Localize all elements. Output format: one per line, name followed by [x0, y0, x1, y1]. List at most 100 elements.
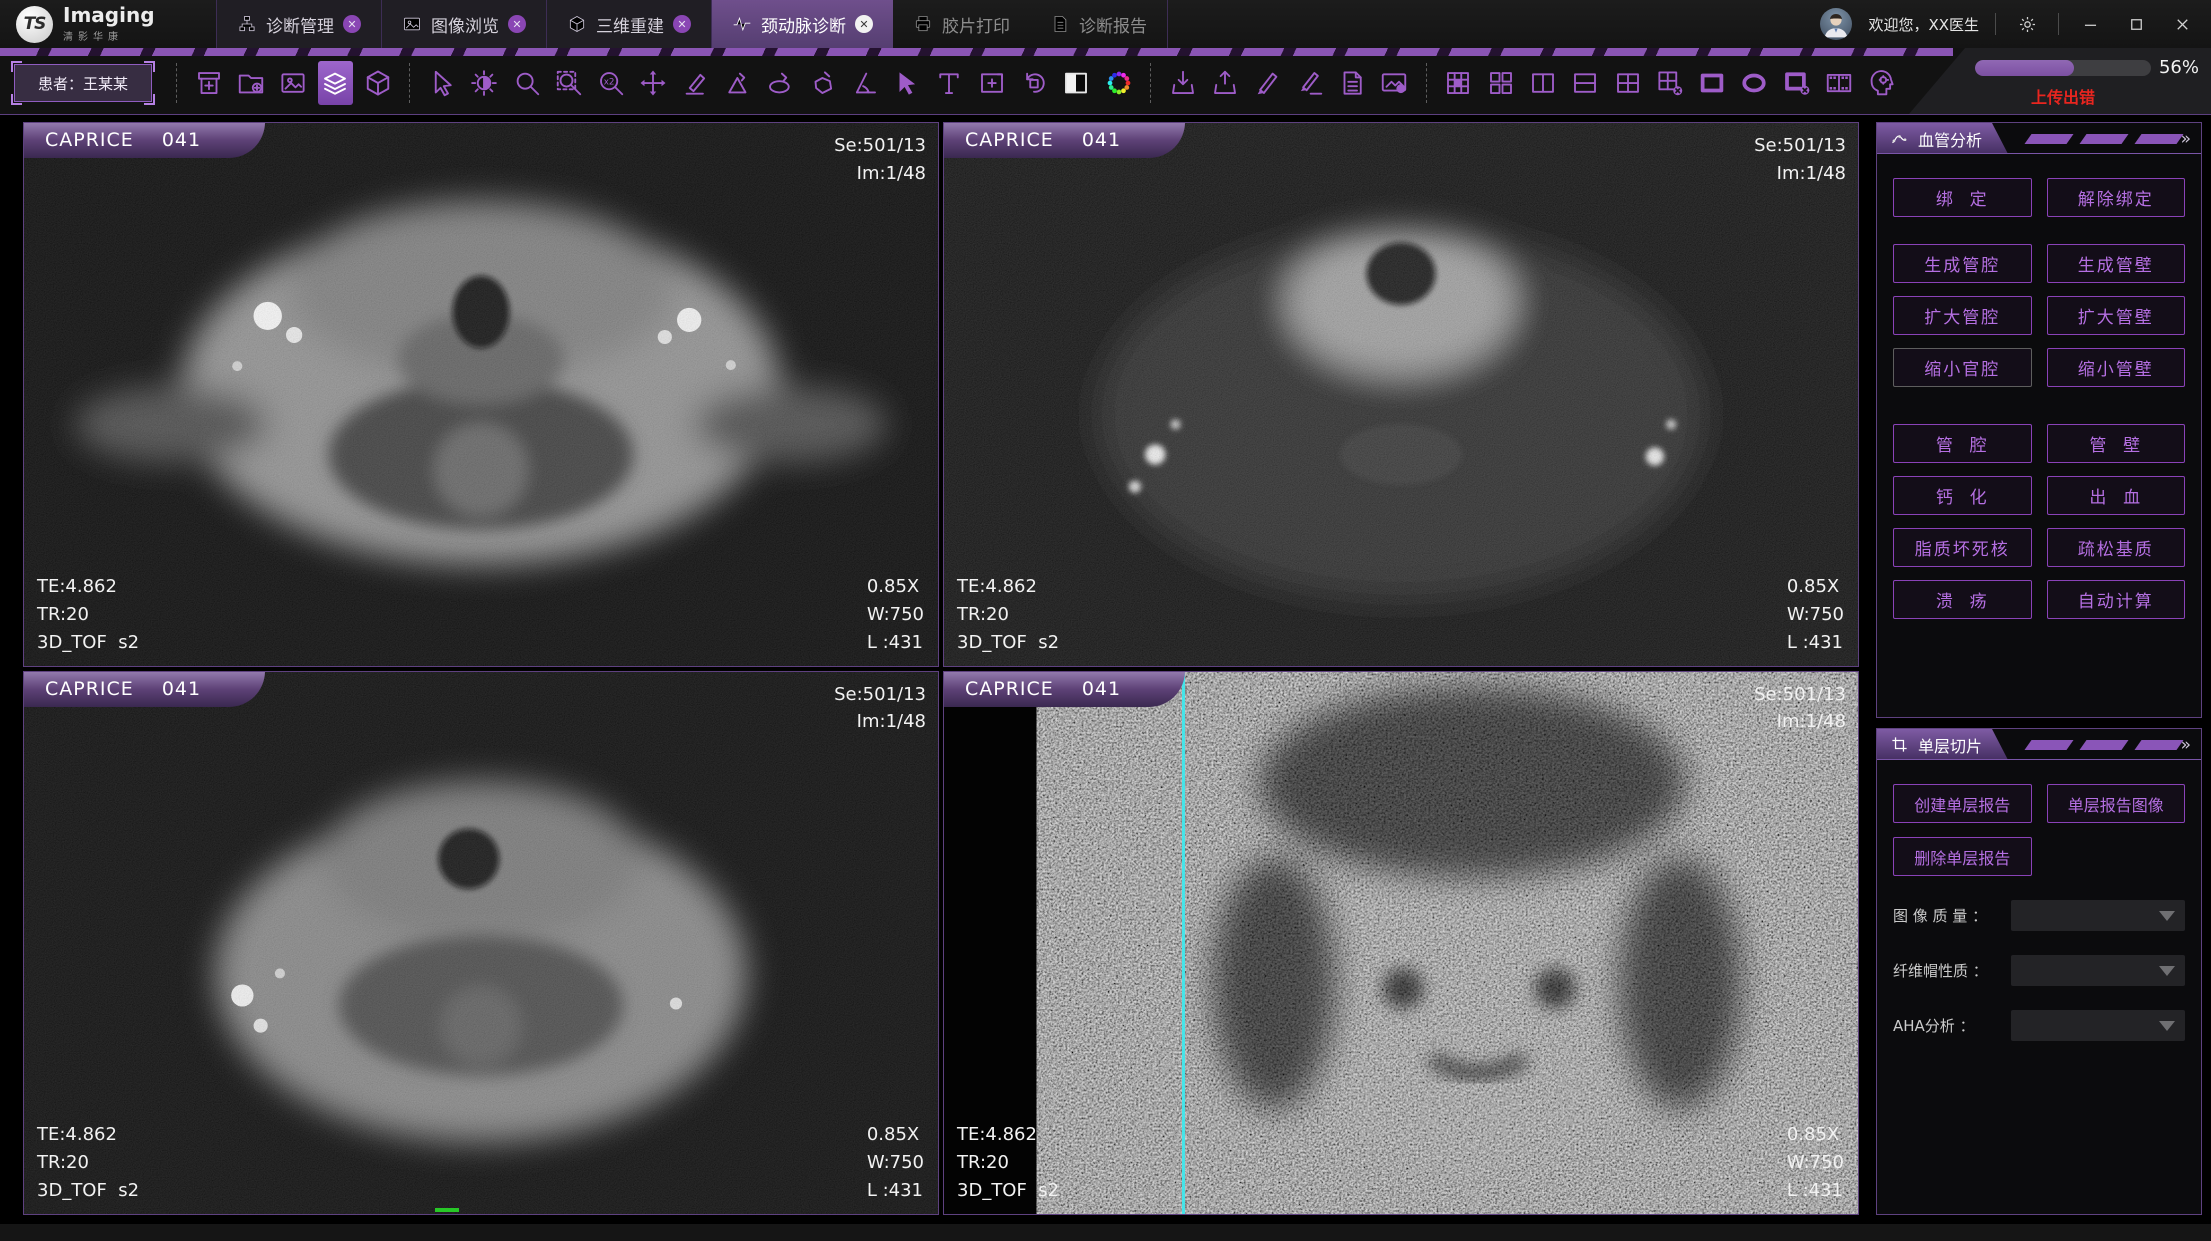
slice-panel-title: 单层切片: [1918, 733, 1982, 757]
pan-button[interactable]: [636, 61, 671, 105]
layout-close-button[interactable]: [1652, 61, 1687, 105]
vessel-button-2-0[interactable]: 扩大管腔: [1893, 296, 2032, 335]
ai-assist-button[interactable]: [1864, 61, 1899, 105]
zoom-region-button[interactable]: [551, 61, 586, 105]
vessel-button-0-1[interactable]: 解除绑定: [2047, 178, 2186, 217]
vessel-panel-collapse-chevron[interactable]: »: [2181, 129, 2201, 149]
slice-button-2[interactable]: 删除单层报告: [1893, 837, 2032, 876]
angle-button[interactable]: [847, 61, 882, 105]
vessel-button-2-1[interactable]: 扩大管壁: [2047, 296, 2186, 335]
filmstrip-button[interactable]: [1821, 61, 1856, 105]
tab-close-icon[interactable]: ✕: [673, 15, 691, 33]
tab-image-browse[interactable]: 图像浏览✕: [381, 0, 546, 48]
image-view-button[interactable]: [276, 61, 311, 105]
vessel-button-0-0[interactable]: 绑 定: [1893, 178, 2032, 217]
vessel-button-7-1[interactable]: 自动计算: [2047, 580, 2186, 619]
vessel-button-1-1[interactable]: 生成管壁: [2047, 244, 2186, 283]
arrow-annotation-button[interactable]: [889, 61, 924, 105]
window-level-button[interactable]: [467, 61, 502, 105]
vessel-button-7-0[interactable]: 溃 疡: [1893, 580, 2032, 619]
import-box-button[interactable]: [191, 61, 226, 105]
color-wheel-button[interactable]: [1101, 61, 1136, 105]
vessel-button-1-0[interactable]: 生成管腔: [1893, 244, 2032, 283]
select-dropdown-2[interactable]: [2011, 1010, 2185, 1041]
layout-hsplit-button[interactable]: [1568, 61, 1603, 105]
draw-line-button[interactable]: [678, 61, 713, 105]
minimize-button[interactable]: [2075, 9, 2105, 39]
patient-field[interactable]: 患者：王某某: [14, 64, 152, 102]
select-dropdown-0[interactable]: [2011, 900, 2185, 931]
toolbar-divider: [1426, 63, 1427, 103]
tab-diagnosis-management[interactable]: 诊断管理✕: [216, 0, 381, 48]
reference-line[interactable]: [1182, 672, 1185, 1215]
te-value: TE:4.862: [37, 573, 139, 601]
vessel-button-6-1[interactable]: 疏松基质: [2047, 528, 2186, 567]
tab-label: 诊断报告: [1079, 12, 1147, 37]
tab-close-icon[interactable]: ✕: [855, 15, 873, 33]
tab-3d-reconstruction[interactable]: 三维重建✕: [546, 0, 711, 48]
image-view-icon: [278, 68, 308, 98]
brush-button[interactable]: [1250, 61, 1285, 105]
layout-vsplit-button[interactable]: [1525, 61, 1560, 105]
upload-progress-panel: 56% 上传出错: [1909, 48, 2211, 114]
draw-ellipse-button[interactable]: [763, 61, 798, 105]
layout-grid-button[interactable]: [1441, 61, 1476, 105]
roi-add-button[interactable]: [974, 61, 1009, 105]
rotate-button[interactable]: [1016, 61, 1051, 105]
vessel-button-6-0[interactable]: 脂质坏死核: [1893, 528, 2032, 567]
viewport-top-left[interactable]: CAPRICE041Se:501/13Im:1/48TE:4.862TR:203…: [23, 122, 939, 667]
settings-button[interactable]: [2012, 9, 2042, 39]
vessel-button-row: 缩小官腔缩小管壁: [1893, 348, 2185, 387]
layout-quad-button[interactable]: [1610, 61, 1645, 105]
brush-line-button[interactable]: [1292, 61, 1327, 105]
shape-remove-button[interactable]: [1779, 61, 1814, 105]
tab-diagnosis-report[interactable]: 诊断报告: [1030, 0, 1168, 48]
vessel-button-4-0[interactable]: 管 腔: [1893, 424, 2032, 463]
user-avatar[interactable]: [1820, 8, 1852, 40]
corner-bracket: [11, 94, 22, 105]
progress-percent: 56%: [2159, 57, 2199, 78]
viewport-top-right[interactable]: CAPRICE041Se:501/13Im:1/48TE:4.862TR:203…: [943, 122, 1859, 667]
maximize-button[interactable]: [2121, 9, 2151, 39]
layers-button[interactable]: [318, 61, 353, 105]
select-dropdown-1[interactable]: [2011, 955, 2185, 986]
close-button[interactable]: [2167, 9, 2197, 39]
vessel-button-3-1[interactable]: 缩小管壁: [2047, 348, 2186, 387]
download-button[interactable]: [1165, 61, 1200, 105]
vessel-button-3-0[interactable]: 缩小官腔: [1893, 348, 2032, 387]
invert-button[interactable]: [1059, 61, 1094, 105]
vessel-button-4-1[interactable]: 管 壁: [2047, 424, 2186, 463]
key-image-button[interactable]: [1377, 61, 1412, 105]
open-folder-button[interactable]: [233, 61, 268, 105]
window-level-icon: [469, 68, 499, 98]
vessel-button-row: 脂质坏死核疏松基质: [1893, 528, 2185, 567]
zoom-2x-button[interactable]: x2: [594, 61, 629, 105]
draw-polygon-button[interactable]: [805, 61, 840, 105]
viewport-bottom-right[interactable]: CAPRICE041Se:501/13Im:1/48TE:4.862TR:203…: [943, 671, 1859, 1216]
tab-close-icon[interactable]: ✕: [508, 15, 526, 33]
pointer-button[interactable]: [424, 61, 459, 105]
layout-2x2-button[interactable]: [1483, 61, 1518, 105]
zoom-button[interactable]: [509, 61, 544, 105]
slice-panel-collapse-chevron[interactable]: »: [2181, 735, 2201, 755]
vessel-button-row: 钙 化出 血: [1893, 476, 2185, 515]
upload-button[interactable]: [1207, 61, 1242, 105]
cube-3d-button[interactable]: [360, 61, 395, 105]
corner-bracket: [11, 61, 22, 72]
viewport-bottom-left[interactable]: CAPRICE041Se:501/13Im:1/48TE:4.862TR:203…: [23, 671, 939, 1216]
acquisition-overlay: TE:4.862TR:203D_TOF s2: [37, 1121, 139, 1205]
image-index: Im:1/48: [834, 708, 926, 736]
slice-button-0[interactable]: 创建单层报告: [1893, 784, 2032, 823]
shape-ellipse-button[interactable]: [1737, 61, 1772, 105]
shape-rect-button[interactable]: [1695, 61, 1730, 105]
report-add-button[interactable]: [1334, 61, 1369, 105]
draw-triangle-button[interactable]: [720, 61, 755, 105]
vessel-button-5-0[interactable]: 钙 化: [1893, 476, 2032, 515]
tab-carotid-diagnosis[interactable]: 颈动脉诊断✕: [711, 0, 893, 48]
text-annotation-button[interactable]: [932, 61, 967, 105]
vessel-button-5-1[interactable]: 出 血: [2047, 476, 2186, 515]
toolbar-divider: [1150, 63, 1151, 103]
tab-close-icon[interactable]: ✕: [343, 15, 361, 33]
slice-button-1[interactable]: 单层报告图像: [2047, 784, 2186, 823]
tab-film-print[interactable]: 胶片打印: [893, 0, 1030, 48]
